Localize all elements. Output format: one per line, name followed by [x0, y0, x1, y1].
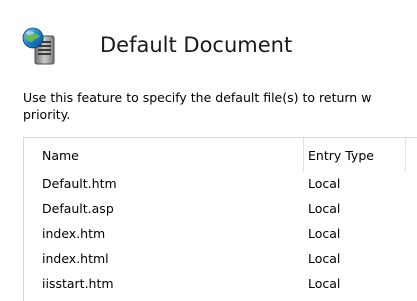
- column-header-name[interactable]: Name: [42, 148, 79, 164]
- list-item[interactable]: iisstart.htm Local: [24, 272, 417, 297]
- column-header-entry-type[interactable]: Entry Type: [308, 148, 374, 164]
- feature-description: Use this feature to specify the default …: [23, 89, 417, 123]
- list-item[interactable]: Default.htm Local: [24, 172, 417, 197]
- list-item[interactable]: index.htm Local: [24, 222, 417, 247]
- document-name: Default.asp: [42, 201, 114, 216]
- entry-type: Local: [308, 201, 341, 216]
- document-name: index.html: [42, 251, 109, 266]
- description-line-2: priority.: [23, 107, 71, 122]
- column-divider[interactable]: [405, 138, 406, 172]
- document-name: index.htm: [42, 226, 106, 241]
- column-divider[interactable]: [303, 138, 304, 172]
- list-header: Name Entry Type: [24, 138, 417, 172]
- feature-header: [20, 26, 60, 66]
- list-item[interactable]: index.html Local: [24, 247, 417, 272]
- entry-type: Local: [308, 226, 341, 241]
- entry-type: Local: [308, 251, 341, 266]
- document-name: Default.htm: [42, 176, 117, 191]
- page-title: Default Document: [100, 33, 293, 57]
- document-name: iisstart.htm: [42, 276, 114, 291]
- entry-type: Local: [308, 176, 341, 191]
- default-document-list: Name Entry Type Default.htm Local Defaul…: [23, 137, 417, 301]
- entry-type: Local: [308, 276, 341, 291]
- description-line-1: Use this feature to specify the default …: [23, 90, 372, 105]
- default-document-server-icon: [22, 27, 55, 65]
- list-item[interactable]: Default.asp Local: [24, 197, 417, 222]
